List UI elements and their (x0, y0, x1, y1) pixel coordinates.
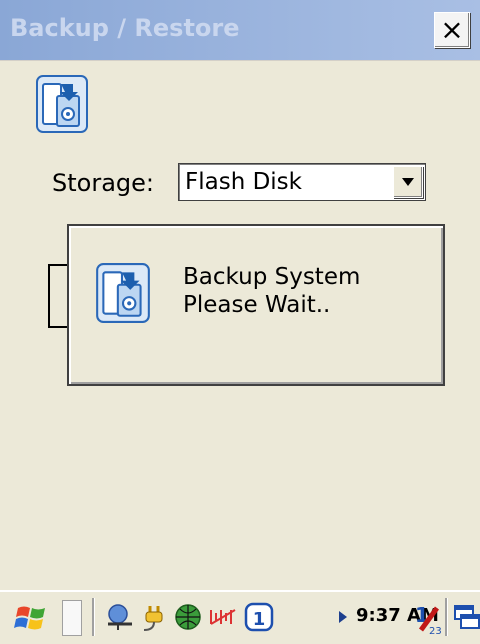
dropdown-arrow-button[interactable] (393, 166, 423, 198)
taskbar-divider (445, 598, 448, 636)
windows-start-icon[interactable] (14, 600, 48, 634)
close-button[interactable]: × (434, 12, 470, 48)
storage-value: Flash Disk (185, 169, 302, 195)
indicator-number: 1 (253, 609, 266, 630)
backup-restore-icon (36, 75, 88, 133)
taskbar-divider (92, 598, 95, 636)
svg-text:23: 23 (429, 626, 442, 636)
progress-dialog: Backup System Please Wait.. (67, 224, 445, 386)
dialog-message-line1: Backup System (183, 264, 361, 290)
input-method-icon[interactable]: 1 23 (411, 600, 443, 636)
backup-restore-icon (96, 263, 150, 323)
dialog-message-line2: Please Wait.. (183, 292, 331, 318)
title-bar: Backup / Restore × (0, 0, 480, 60)
window-switch-icon[interactable] (452, 600, 480, 634)
storage-label: Storage: (52, 169, 154, 197)
power-plug-icon[interactable] (140, 600, 170, 634)
window-title: Backup / Restore (10, 14, 240, 42)
taskbar: 1 9:37 AM 1 23 (0, 590, 480, 644)
network-icon[interactable] (102, 600, 136, 634)
input-panel-box[interactable] (62, 600, 82, 636)
close-icon: × (440, 13, 464, 46)
client-area: Storage: Flash Disk Backup System Please… (0, 60, 480, 591)
storage-dropdown[interactable]: Flash Disk (178, 163, 426, 201)
expand-arrow-icon[interactable] (336, 600, 350, 634)
chevron-down-icon (402, 178, 414, 186)
signal-off-icon[interactable] (207, 600, 239, 634)
indicator-one-icon[interactable]: 1 (243, 600, 275, 634)
globe-icon[interactable] (172, 600, 204, 634)
